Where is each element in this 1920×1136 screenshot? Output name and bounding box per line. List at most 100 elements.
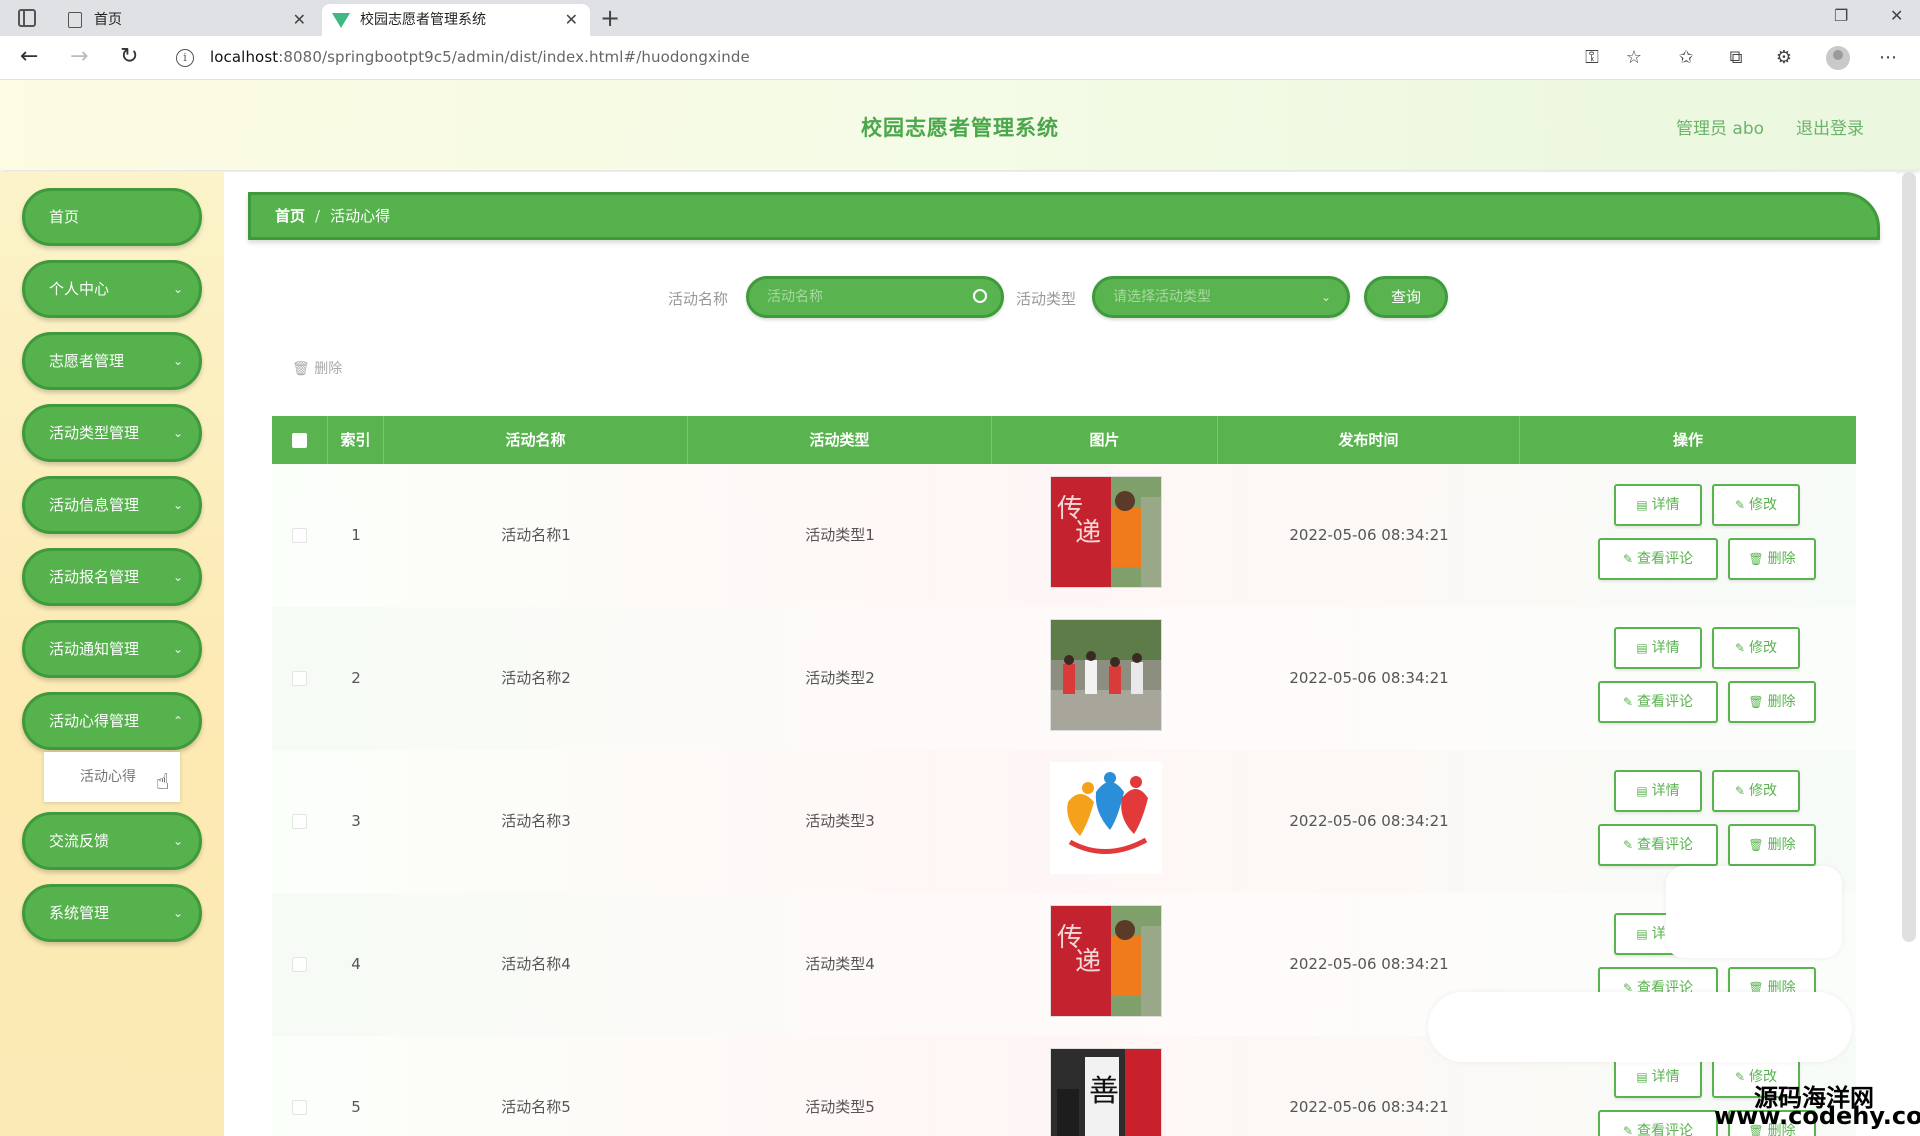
edit-button[interactable]: ✎修改 <box>1712 627 1800 669</box>
sidebar-item-activity-info-management[interactable]: 活动信息管理 ⌄ <box>22 476 202 534</box>
sidebar-item-feedback[interactable]: 交流反馈 ⌄ <box>22 812 202 870</box>
document-icon: ▤ <box>1636 498 1648 512</box>
query-button[interactable]: 查询 <box>1364 276 1448 318</box>
edit-label: 修改 <box>1749 497 1778 513</box>
activity-image[interactable]: 善 <box>1050 1048 1162 1136</box>
detail-label: 详情 <box>1651 1069 1680 1085</box>
logout-link[interactable]: 退出登录 <box>1796 114 1864 139</box>
url-host: localhost <box>210 48 279 66</box>
cell-time: 2022-05-06 08:34:21 <box>1289 669 1449 687</box>
trash-icon: 🗑 <box>1748 695 1764 709</box>
trash-icon: 🗑 <box>1748 838 1764 852</box>
close-icon[interactable]: ✕ <box>293 4 306 36</box>
add-favorite-icon[interactable]: ☆ <box>1624 48 1644 68</box>
bulk-delete-label: 删除 <box>314 361 343 377</box>
trash-icon: 🗑 <box>1748 552 1764 566</box>
profile-avatar[interactable] <box>1826 46 1850 70</box>
edit-button[interactable]: ✎修改 <box>1712 484 1800 526</box>
url-field[interactable]: localhost:8080/springbootpt9c5/admin/dis… <box>210 48 750 66</box>
sidebar-item-experience-management[interactable]: 活动心得管理 ⌃ <box>22 692 202 750</box>
sidebar-item-system-management[interactable]: 系统管理 ⌄ <box>22 884 202 942</box>
restore-icon[interactable]: ❐ <box>1834 6 1848 25</box>
edit-button[interactable]: ✎修改 <box>1712 770 1800 812</box>
collections-icon[interactable]: ⧉ <box>1726 48 1746 68</box>
activity-image[interactable] <box>1050 762 1162 874</box>
hand-cursor-icon: ☝ <box>156 770 170 795</box>
breadcrumb-home[interactable]: 首页 <box>275 207 305 225</box>
sidebar-item-notice-management[interactable]: 活动通知管理 ⌄ <box>22 620 202 678</box>
pencil-icon: ✎ <box>1734 1070 1746 1084</box>
delete-button[interactable]: 🗑 删除 <box>1728 681 1816 723</box>
row-checkbox[interactable] <box>292 814 307 829</box>
activity-type-select[interactable]: 请选择活动类型 ⌄ <box>1092 276 1350 318</box>
column-header: 索引 <box>328 416 384 464</box>
cell-time: 2022-05-06 08:34:21 <box>1289 812 1449 830</box>
sidebar-item-activity-type-management[interactable]: 活动类型管理 ⌄ <box>22 404 202 462</box>
floating-panel <box>1428 992 1852 1062</box>
activity-image[interactable]: 传递 <box>1050 905 1162 1017</box>
row-checkbox[interactable] <box>292 957 307 972</box>
activity-image[interactable]: 传递 <box>1050 476 1162 588</box>
forward-icon[interactable]: → <box>70 44 88 70</box>
column-header: 图片 <box>992 416 1218 464</box>
detail-button[interactable]: ▤详情 <box>1614 1056 1702 1098</box>
view-comments-button[interactable]: ✎ 查看评论 <box>1598 824 1718 866</box>
close-icon[interactable]: ✕ <box>565 4 578 36</box>
sidebar-item-volunteer-management[interactable]: 志愿者管理 ⌄ <box>22 332 202 390</box>
row-checkbox[interactable] <box>292 528 307 543</box>
input-placeholder: 活动名称 <box>767 289 823 305</box>
scrollbar[interactable] <box>1902 172 1916 942</box>
site-info-icon[interactable]: i <box>176 49 194 67</box>
submenu-item-label: 活动心得 <box>80 769 136 785</box>
delete-button[interactable]: 🗑 删除 <box>1728 538 1816 580</box>
detail-button[interactable]: ▤详情 <box>1614 484 1702 526</box>
row-actions: ▤详情 ✎修改 ✎查看评论 🗑删除 <box>1520 464 1856 607</box>
close-window-icon[interactable]: ✕ <box>1890 6 1903 25</box>
table-row: 2 活动名称2 活动类型2 2022-05-06 08:34:21 ▤ 详情 ✎ 修… <box>272 607 1856 750</box>
activity-name-input[interactable]: 活动名称 <box>746 276 1004 318</box>
sidebar-item-registration-management[interactable]: 活动报名管理 ⌄ <box>22 548 202 606</box>
cell-index: 1 <box>351 526 361 544</box>
view-comments-button[interactable]: ✎ 查看评论 <box>1598 538 1718 580</box>
column-header: 发布时间 <box>1218 416 1520 464</box>
cell-type: 活动类型1 <box>805 526 875 544</box>
detail-button[interactable]: ▤详情 <box>1614 770 1702 812</box>
chevron-down-icon: ⌄ <box>172 354 183 368</box>
window-menu-icon[interactable] <box>18 9 36 27</box>
sidebar-item-personal-center[interactable]: 个人中心 ⌄ <box>22 260 202 318</box>
activity-image[interactable] <box>1050 619 1162 731</box>
select-all-checkbox[interactable] <box>292 433 307 448</box>
extensions-icon[interactable]: ⚙ <box>1774 48 1794 68</box>
browser-tab-active[interactable]: 校园志愿者管理系统 ✕ <box>322 4 590 36</box>
comments-label: 查看评论 <box>1637 694 1694 710</box>
detail-button[interactable]: ▤详情 <box>1614 627 1702 669</box>
row-checkbox[interactable] <box>292 1100 307 1115</box>
favorites-icon[interactable]: ✩ <box>1676 48 1696 68</box>
pencil-icon: ✎ <box>1734 784 1746 798</box>
browser-tab-home[interactable]: 首页 ✕ <box>56 4 318 36</box>
view-comments-button[interactable]: ✎ 查看评论 <box>1598 681 1718 723</box>
back-icon[interactable]: ← <box>20 44 38 70</box>
cell-index: 5 <box>351 1098 361 1116</box>
row-checkbox[interactable] <box>292 671 307 686</box>
delete-button[interactable]: 🗑 删除 <box>1728 824 1816 866</box>
sidebar-item-home[interactable]: 首页 <box>22 188 202 246</box>
chevron-up-icon: ⌃ <box>172 714 183 728</box>
delete-label: 删除 <box>1767 694 1796 710</box>
key-icon[interactable]: ⚿ <box>1582 48 1602 68</box>
bulk-delete-button[interactable]: 🗑 删除 <box>292 358 342 378</box>
document-icon: ▤ <box>1636 784 1648 798</box>
cell-type: 活动类型2 <box>805 669 875 687</box>
reload-icon[interactable]: ↻ <box>120 44 138 70</box>
view-comments-button[interactable]: ✎ 查看评论 <box>1598 1110 1718 1136</box>
svg-text:递: 递 <box>1075 518 1101 548</box>
new-tab-icon[interactable]: + <box>600 2 620 34</box>
chevron-down-icon: ⌄ <box>172 282 183 296</box>
app-title: 校园志愿者管理系统 <box>861 116 1059 140</box>
sidebar-item-label: 活动信息管理 <box>49 496 140 514</box>
column-header: 活动名称 <box>384 416 688 464</box>
comments-label: 查看评论 <box>1637 1123 1694 1136</box>
page-icon <box>68 12 82 28</box>
more-icon[interactable]: ⋯ <box>1878 48 1898 68</box>
sidebar: 首页 个人中心 ⌄ 志愿者管理 ⌄ 活动类型管理 ⌄ 活动信息管理 ⌄ 活动报名… <box>0 172 224 1136</box>
